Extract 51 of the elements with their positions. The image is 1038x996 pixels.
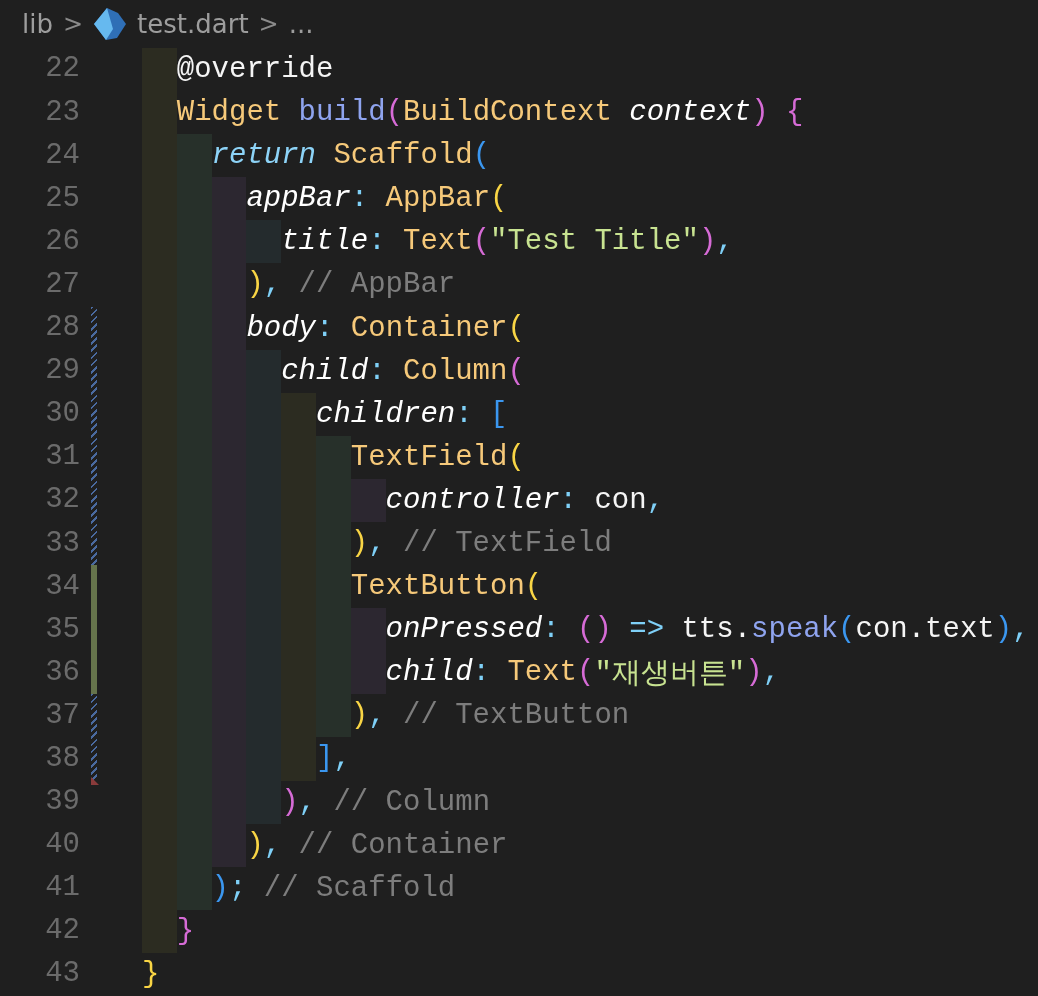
code-line: ); // Scaffold — [211, 870, 456, 907]
code-line: ), // TextButton — [350, 698, 630, 735]
code-line: child: Text("재생버튼"), — [385, 655, 781, 693]
breadcrumb-item[interactable]: lib — [22, 8, 53, 39]
line-number: 25 — [44, 182, 80, 215]
line-number: 28 — [44, 312, 80, 345]
code-line: ), // AppBar — [246, 267, 456, 304]
line-number: 29 — [44, 355, 80, 388]
breadcrumb-item[interactable]: test.dart — [137, 8, 249, 39]
dart-logo-icon — [93, 6, 128, 41]
line-number: 27 — [44, 268, 80, 301]
line-number: 43 — [44, 958, 80, 991]
line-number: 37 — [44, 699, 80, 732]
code-line: child: Column( — [281, 353, 525, 390]
code-line: } — [142, 956, 160, 993]
line-number: 34 — [44, 570, 80, 603]
line-number: 32 — [44, 484, 80, 517]
deleted-line-marker[interactable] — [91, 776, 99, 785]
chevron-separator: > — [62, 9, 84, 38]
code-line: ), // TextField — [350, 526, 612, 562]
code-line: controller: con, — [385, 482, 665, 519]
line-number: 22 — [44, 53, 80, 86]
line-number: 24 — [44, 139, 80, 172]
line-number: 35 — [44, 613, 80, 646]
code-line: children: [ — [316, 396, 508, 433]
line-number: 26 — [44, 225, 80, 258]
code-line: appBar: AppBar( — [246, 181, 508, 218]
code-line: return Scaffold( — [211, 138, 491, 175]
line-number: 39 — [44, 786, 80, 819]
chevron-separator: > — [258, 9, 279, 38]
line-number: 42 — [44, 915, 80, 948]
code-line: title: Text("Test Title"), — [281, 224, 734, 261]
code-line: } — [176, 913, 195, 950]
line-number: 33 — [44, 527, 80, 560]
code-line: TextField( — [350, 439, 525, 476]
line-number: 40 — [44, 829, 80, 862]
code-line: ], — [316, 741, 351, 778]
breadcrumb-item[interactable]: ... — [288, 8, 314, 39]
line-number: 41 — [44, 872, 80, 905]
line-number: 23 — [44, 96, 80, 129]
code-line: onPressed: () => tts.speak(con.text), — [385, 612, 1030, 649]
code-line: body: Container( — [246, 310, 525, 347]
code-line: TextButton( — [350, 569, 543, 606]
line-number: 38 — [44, 743, 80, 775]
code-line: ), // Column — [281, 784, 491, 821]
line-number: 30 — [44, 398, 80, 431]
code-line: Widget build(BuildContext context) { — [176, 95, 804, 132]
code-line: ), // Container — [246, 827, 508, 864]
line-number: 31 — [44, 441, 80, 474]
code-line: @override — [176, 52, 334, 88]
line-number: 36 — [44, 656, 80, 689]
